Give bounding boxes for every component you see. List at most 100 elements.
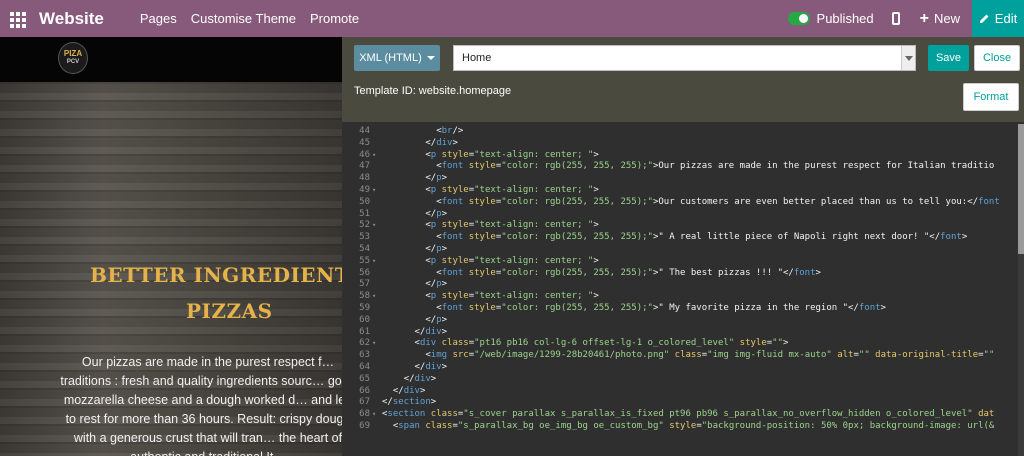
fold-icon[interactable]: ▾ bbox=[372, 256, 376, 268]
code-token: > bbox=[441, 208, 448, 219]
code-token: "text-align: center; " bbox=[474, 255, 594, 266]
code-line[interactable]: 58 ▾ <p style="text-align: center; "> bbox=[342, 291, 1020, 303]
line-code: <div class="pt16 pb16 col-lg-6 offset-lg… bbox=[382, 338, 789, 350]
site-logo[interactable]: PIZA PCV bbox=[58, 42, 88, 74]
code-line[interactable]: 68 ▾ <section class="s_cover parallax s_pa… bbox=[342, 409, 1020, 421]
code-line[interactable]: 44 <br/> bbox=[342, 126, 1020, 138]
code-token: section bbox=[387, 409, 426, 420]
line-number: 44 bbox=[359, 126, 370, 136]
code-line[interactable]: 45 </div> bbox=[342, 138, 1020, 150]
code-line[interactable]: 63 <img src="/web/image/1299-28b20461/ph… bbox=[342, 350, 1020, 362]
code-token: style bbox=[441, 185, 469, 195]
code-token: "text-align: center; " bbox=[474, 220, 594, 231]
code-token: > bbox=[441, 279, 448, 290]
code-line[interactable]: 46 ▾ <p style="text-align: center; "> bbox=[342, 150, 1020, 162]
published-toggle[interactable] bbox=[787, 12, 810, 25]
code-scrollbar[interactable] bbox=[1018, 124, 1024, 456]
code-token: font bbox=[441, 267, 464, 278]
code-area[interactable]: 44 <br/> 45 </div> 46 ▾ <p style="text-alig… bbox=[342, 124, 1020, 456]
line-code: <font style="color: rgb(255, 255, 255);"… bbox=[382, 161, 994, 173]
code-token: </ bbox=[425, 137, 437, 148]
code-token: </ bbox=[414, 326, 426, 337]
code-line[interactable]: 52 ▾ <p style="text-align: center; "> bbox=[342, 220, 1020, 232]
fold-icon[interactable]: ▾ bbox=[372, 291, 376, 303]
edit-button[interactable]: Edit bbox=[972, 0, 1024, 37]
fold-icon[interactable]: ▾ bbox=[372, 338, 376, 350]
line-code: <font style="color: rgb(255, 255, 255);"… bbox=[382, 232, 967, 244]
new-button[interactable]: New bbox=[934, 11, 960, 26]
code-token: >Our customers are even better placed th… bbox=[652, 196, 979, 207]
line-number: 61 bbox=[359, 326, 370, 337]
code-line[interactable]: 69 <span class="s_parallax_bg oe_img_bg … bbox=[342, 421, 1020, 433]
code-line[interactable]: 56 <font style="color: rgb(255, 255, 255… bbox=[342, 268, 1020, 280]
code-token: "text-align: center; " bbox=[474, 185, 594, 195]
code-line[interactable]: 55 ▾ <p style="text-align: center; "> bbox=[342, 256, 1020, 268]
code-token: >" The best pizzas !!! "</ bbox=[652, 267, 794, 278]
code-line[interactable]: 50 <font style="color: rgb(255, 255, 255… bbox=[342, 197, 1020, 209]
code-line[interactable]: 61 </div> bbox=[342, 327, 1020, 339]
plus-icon[interactable]: + bbox=[920, 10, 929, 28]
code-line[interactable]: 60 </p> bbox=[342, 315, 1020, 327]
code-line[interactable]: 53 <font style="color: rgb(255, 255, 255… bbox=[342, 232, 1020, 244]
code-token: "" bbox=[772, 338, 784, 349]
code-line[interactable]: 49 ▾ <p style="text-align: center; "> bbox=[342, 185, 1020, 197]
menu-pages[interactable]: Pages bbox=[140, 11, 177, 26]
fold-icon[interactable]: ▾ bbox=[372, 220, 376, 232]
code-line[interactable]: 66 </div> bbox=[342, 386, 1020, 398]
code-line[interactable]: 67 </section> bbox=[342, 397, 1020, 409]
close-button[interactable]: Close bbox=[974, 45, 1020, 71]
line-number: 56 bbox=[359, 267, 370, 278]
code-token: class bbox=[425, 421, 453, 431]
line-code: </p> bbox=[382, 244, 447, 256]
code-token: img bbox=[430, 350, 448, 361]
code-token: > bbox=[452, 137, 458, 148]
code-token: </ bbox=[425, 173, 437, 184]
code-line[interactable]: 62 ▾ <div class="pt16 pb16 col-lg-6 offse… bbox=[342, 338, 1020, 350]
code-line[interactable]: 65 </div> bbox=[342, 374, 1020, 386]
code-token: > bbox=[593, 220, 599, 231]
code-line[interactable]: 59 <font style="color: rgb(255, 255, 255… bbox=[342, 303, 1020, 315]
save-button[interactable]: Save bbox=[928, 45, 969, 71]
code-token: "s_cover parallax s_parallax_is_fixed pt… bbox=[463, 409, 973, 420]
code-token: font bbox=[441, 161, 464, 172]
line-number: 53 bbox=[359, 232, 370, 243]
code-token: font bbox=[441, 303, 464, 313]
line-number: 59 bbox=[359, 303, 370, 313]
code-token: class bbox=[441, 338, 469, 349]
code-line[interactable]: 54 </p> bbox=[342, 244, 1020, 256]
view-select[interactable]: Home bbox=[453, 45, 916, 71]
code-token: style bbox=[468, 232, 496, 243]
code-token: </ bbox=[425, 279, 437, 290]
menu-customise-theme[interactable]: Customise Theme bbox=[191, 11, 296, 26]
scrollbar-thumb[interactable] bbox=[1018, 124, 1024, 254]
code-line[interactable]: 64 </div> bbox=[342, 362, 1020, 374]
app-title[interactable]: Website bbox=[39, 9, 104, 29]
line-number: 47 bbox=[359, 161, 370, 172]
line-code: </p> bbox=[382, 173, 447, 185]
code-line[interactable]: 48 </p> bbox=[342, 173, 1020, 185]
code-token: style bbox=[669, 421, 697, 431]
code-line[interactable]: 51 </p> bbox=[342, 209, 1020, 221]
line-number: 62 bbox=[359, 338, 370, 349]
format-button[interactable]: Format bbox=[963, 83, 1019, 111]
code-token: > bbox=[430, 373, 437, 384]
mobile-preview-icon[interactable] bbox=[891, 12, 900, 25]
code-token: style bbox=[441, 291, 469, 302]
edit-label: Edit bbox=[994, 11, 1018, 26]
code-token: div bbox=[436, 137, 453, 148]
fold-icon[interactable]: ▾ bbox=[372, 150, 376, 162]
code-token: class bbox=[430, 409, 458, 420]
code-token: style bbox=[739, 338, 767, 349]
fold-icon[interactable]: ▾ bbox=[372, 409, 376, 421]
fold-icon[interactable]: ▾ bbox=[372, 185, 376, 197]
line-number: 65 bbox=[359, 373, 370, 384]
code-token: > bbox=[419, 385, 426, 396]
code-line[interactable]: 47 <font style="color: rgb(255, 255, 255… bbox=[342, 161, 1020, 173]
line-number: 48 bbox=[359, 173, 370, 184]
mode-dropdown-button[interactable]: XML (HTML) bbox=[354, 45, 440, 71]
menu-promote[interactable]: Promote bbox=[310, 11, 359, 26]
view-select-value: Home bbox=[462, 52, 492, 64]
code-line[interactable]: 57 </p> bbox=[342, 279, 1020, 291]
apps-menu-icon[interactable] bbox=[10, 11, 27, 28]
select-arrow-icon[interactable] bbox=[901, 46, 915, 70]
